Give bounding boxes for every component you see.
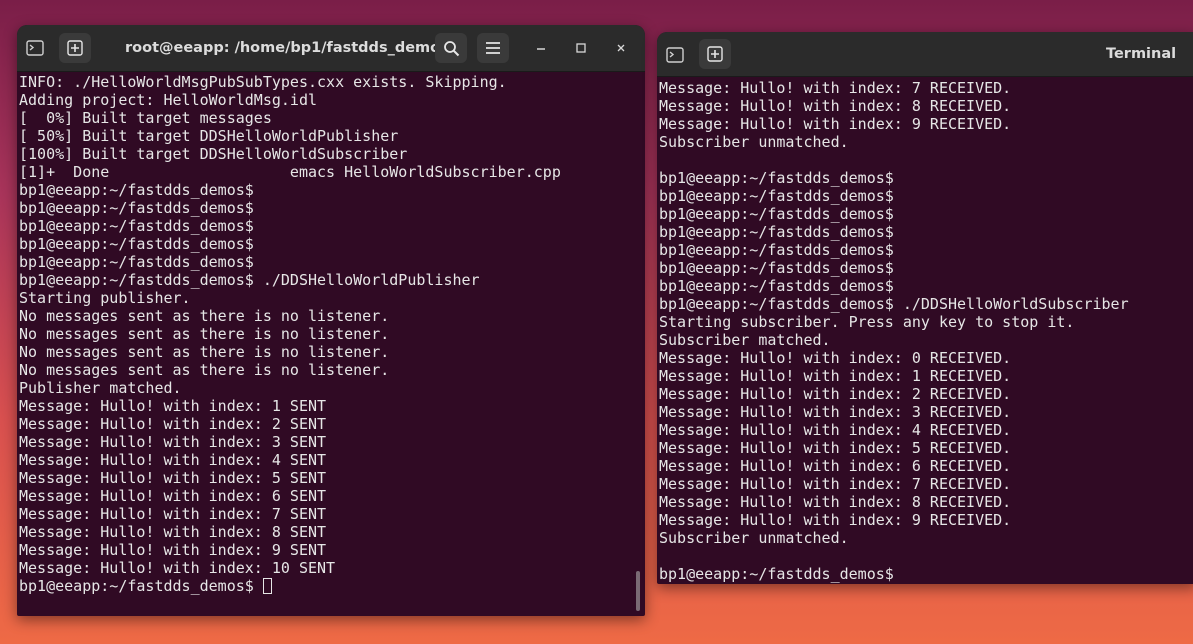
new-tab-button[interactable]: [699, 39, 731, 69]
terminal-window-left[interactable]: root@eeapp: /home/bp1/fastdds_demos INFO…: [17, 25, 645, 616]
window-title: Terminal: [1106, 46, 1177, 62]
terminal-line: Message: Hullo! with index: 7 RECEIVED.: [659, 475, 1012, 493]
terminal-icon: [19, 33, 51, 63]
maximize-icon: [576, 43, 586, 53]
text-cursor: [262, 578, 272, 594]
prompt-text: bp1@eeapp:~/fastdds_demos$: [19, 577, 263, 595]
new-tab-icon: [67, 40, 83, 56]
terminal-line: Message: Hullo! with index: 6 RECEIVED.: [659, 457, 1012, 475]
terminal-line: Adding project: HelloWorldMsg.idl: [19, 91, 318, 109]
terminal-line: bp1@eeapp:~/fastdds_demos$ ./DDSHelloWor…: [659, 295, 1129, 313]
terminal-line: Subscriber matched.: [659, 331, 831, 349]
terminal-line: bp1@eeapp:~/fastdds_demos$: [19, 217, 254, 235]
terminal-line: Message: Hullo! with index: 9 RECEIVED.: [659, 115, 1012, 133]
new-tab-icon: [707, 46, 723, 62]
terminal-line: Message: Hullo! with index: 7 SENT: [19, 505, 327, 523]
terminal-line: bp1@eeapp:~/fastdds_demos$: [659, 205, 894, 223]
maximize-button[interactable]: [565, 33, 597, 63]
terminal-line: Message: Hullo! with index: 0 RECEIVED.: [659, 349, 1012, 367]
terminal-line: No messages sent as there is no listener…: [19, 361, 390, 379]
terminal-line: Message: Hullo! with index: 3 SENT: [19, 433, 327, 451]
terminal-line: No messages sent as there is no listener…: [19, 343, 390, 361]
terminal-line: bp1@eeapp:~/fastdds_demos$: [659, 169, 894, 187]
terminal-line: Starting subscriber. Press any key to st…: [659, 313, 1075, 331]
terminal-line: Message: Hullo! with index: 3 RECEIVED.: [659, 403, 1012, 421]
close-icon: [617, 44, 625, 52]
terminal-line: Message: Hullo! with index: 1 SENT: [19, 397, 327, 415]
minimize-icon: [537, 48, 545, 50]
terminal-line: Message: Hullo! with index: 4 SENT: [19, 451, 327, 469]
close-button[interactable]: [605, 33, 637, 63]
window-title: root@eeapp: /home/bp1/fastdds_demos: [125, 40, 449, 56]
terminal-line: [ 0%] Built target messages: [19, 109, 272, 127]
terminal-line: Message: Hullo! with index: 7 RECEIVED.: [659, 79, 1012, 97]
terminal-line: Message: Hullo! with index: 1 RECEIVED.: [659, 367, 1012, 385]
terminal-line: [1]+ Done emacs HelloWorldSubscriber.cpp: [19, 163, 561, 181]
terminal-line: No messages sent as there is no listener…: [19, 307, 390, 325]
terminal-line: bp1@eeapp:~/fastdds_demos$: [19, 181, 254, 199]
search-icon: [443, 40, 459, 56]
terminal-line: Message: Hullo! with index: 8 RECEIVED.: [659, 493, 1012, 511]
terminal-line: bp1@eeapp:~/fastdds_demos$: [659, 259, 894, 277]
terminal-line: bp1@eeapp:~/fastdds_demos$: [659, 223, 894, 241]
terminal-line: Message: Hullo! with index: 4 RECEIVED.: [659, 421, 1012, 439]
titlebar[interactable]: root@eeapp: /home/bp1/fastdds_demos: [17, 25, 645, 72]
terminal-line: Message: Hullo! with index: 2 SENT: [19, 415, 327, 433]
terminal-output[interactable]: INFO: ./HelloWorldMsgPubSubTypes.cxx exi…: [17, 73, 645, 616]
new-tab-button[interactable]: [59, 33, 91, 63]
terminal-line: bp1@eeapp:~/fastdds_demos$: [659, 241, 894, 259]
terminal-line: bp1@eeapp:~/fastdds_demos$: [659, 187, 894, 205]
terminal-line: bp1@eeapp:~/fastdds_demos$: [659, 277, 894, 295]
menu-button[interactable]: [477, 33, 509, 63]
terminal-line: Message: Hullo! with index: 2 RECEIVED.: [659, 385, 1012, 403]
terminal-line: Message: Hullo! with index: 6 SENT: [19, 487, 327, 505]
terminal-output[interactable]: Message: Hullo! with index: 7 RECEIVED. M…: [657, 79, 1193, 584]
terminal-line: bp1@eeapp:~/fastdds_demos$: [19, 253, 254, 271]
terminal-line: bp1@eeapp:~/fastdds_demos$ ./DDSHelloWor…: [19, 271, 480, 289]
terminal-line: Message: Hullo! with index: 5 RECEIVED.: [659, 439, 1012, 457]
hamburger-menu-icon: [486, 42, 500, 54]
terminal-line: bp1@eeapp:~/fastdds_demos$: [19, 235, 254, 253]
terminal-prompt-line[interactable]: bp1@eeapp:~/fastdds_demos$: [19, 577, 645, 595]
search-button[interactable]: [435, 33, 467, 63]
titlebar[interactable]: Terminal: [657, 32, 1193, 77]
terminal-line: Message: Hullo! with index: 8 RECEIVED.: [659, 97, 1012, 115]
terminal-window-right[interactable]: Terminal Message: Hullo! with index: 7 R…: [657, 32, 1193, 584]
terminal-line: Message: Hullo! with index: 9 RECEIVED.: [659, 511, 1012, 529]
terminal-line: bp1@eeapp:~/fastdds_demos$: [659, 565, 894, 583]
terminal-line: Message: Hullo! with index: 8 SENT: [19, 523, 327, 541]
terminal-line: Publisher matched.: [19, 379, 182, 397]
terminal-line: No messages sent as there is no listener…: [19, 325, 390, 343]
terminal-line: Subscriber unmatched.: [659, 529, 849, 547]
terminal-line: Message: Hullo! with index: 5 SENT: [19, 469, 327, 487]
terminal-line: [ 50%] Built target DDSHelloWorldPublish…: [19, 127, 399, 145]
terminal-line: [100%] Built target DDSHelloWorldSubscri…: [19, 145, 408, 163]
terminal-line: Message: Hullo! with index: 10 SENT: [19, 559, 336, 577]
terminal-line: Subscriber unmatched.: [659, 133, 849, 151]
terminal-icon: [659, 40, 691, 70]
minimize-button[interactable]: [525, 33, 557, 63]
terminal-line: bp1@eeapp:~/fastdds_demos$: [19, 199, 254, 217]
terminal-line: INFO: ./HelloWorldMsgPubSubTypes.cxx exi…: [19, 73, 507, 91]
terminal-line: Starting publisher.: [19, 289, 191, 307]
terminal-line: Message: Hullo! with index: 9 SENT: [19, 541, 327, 559]
scrollbar[interactable]: [636, 571, 640, 611]
